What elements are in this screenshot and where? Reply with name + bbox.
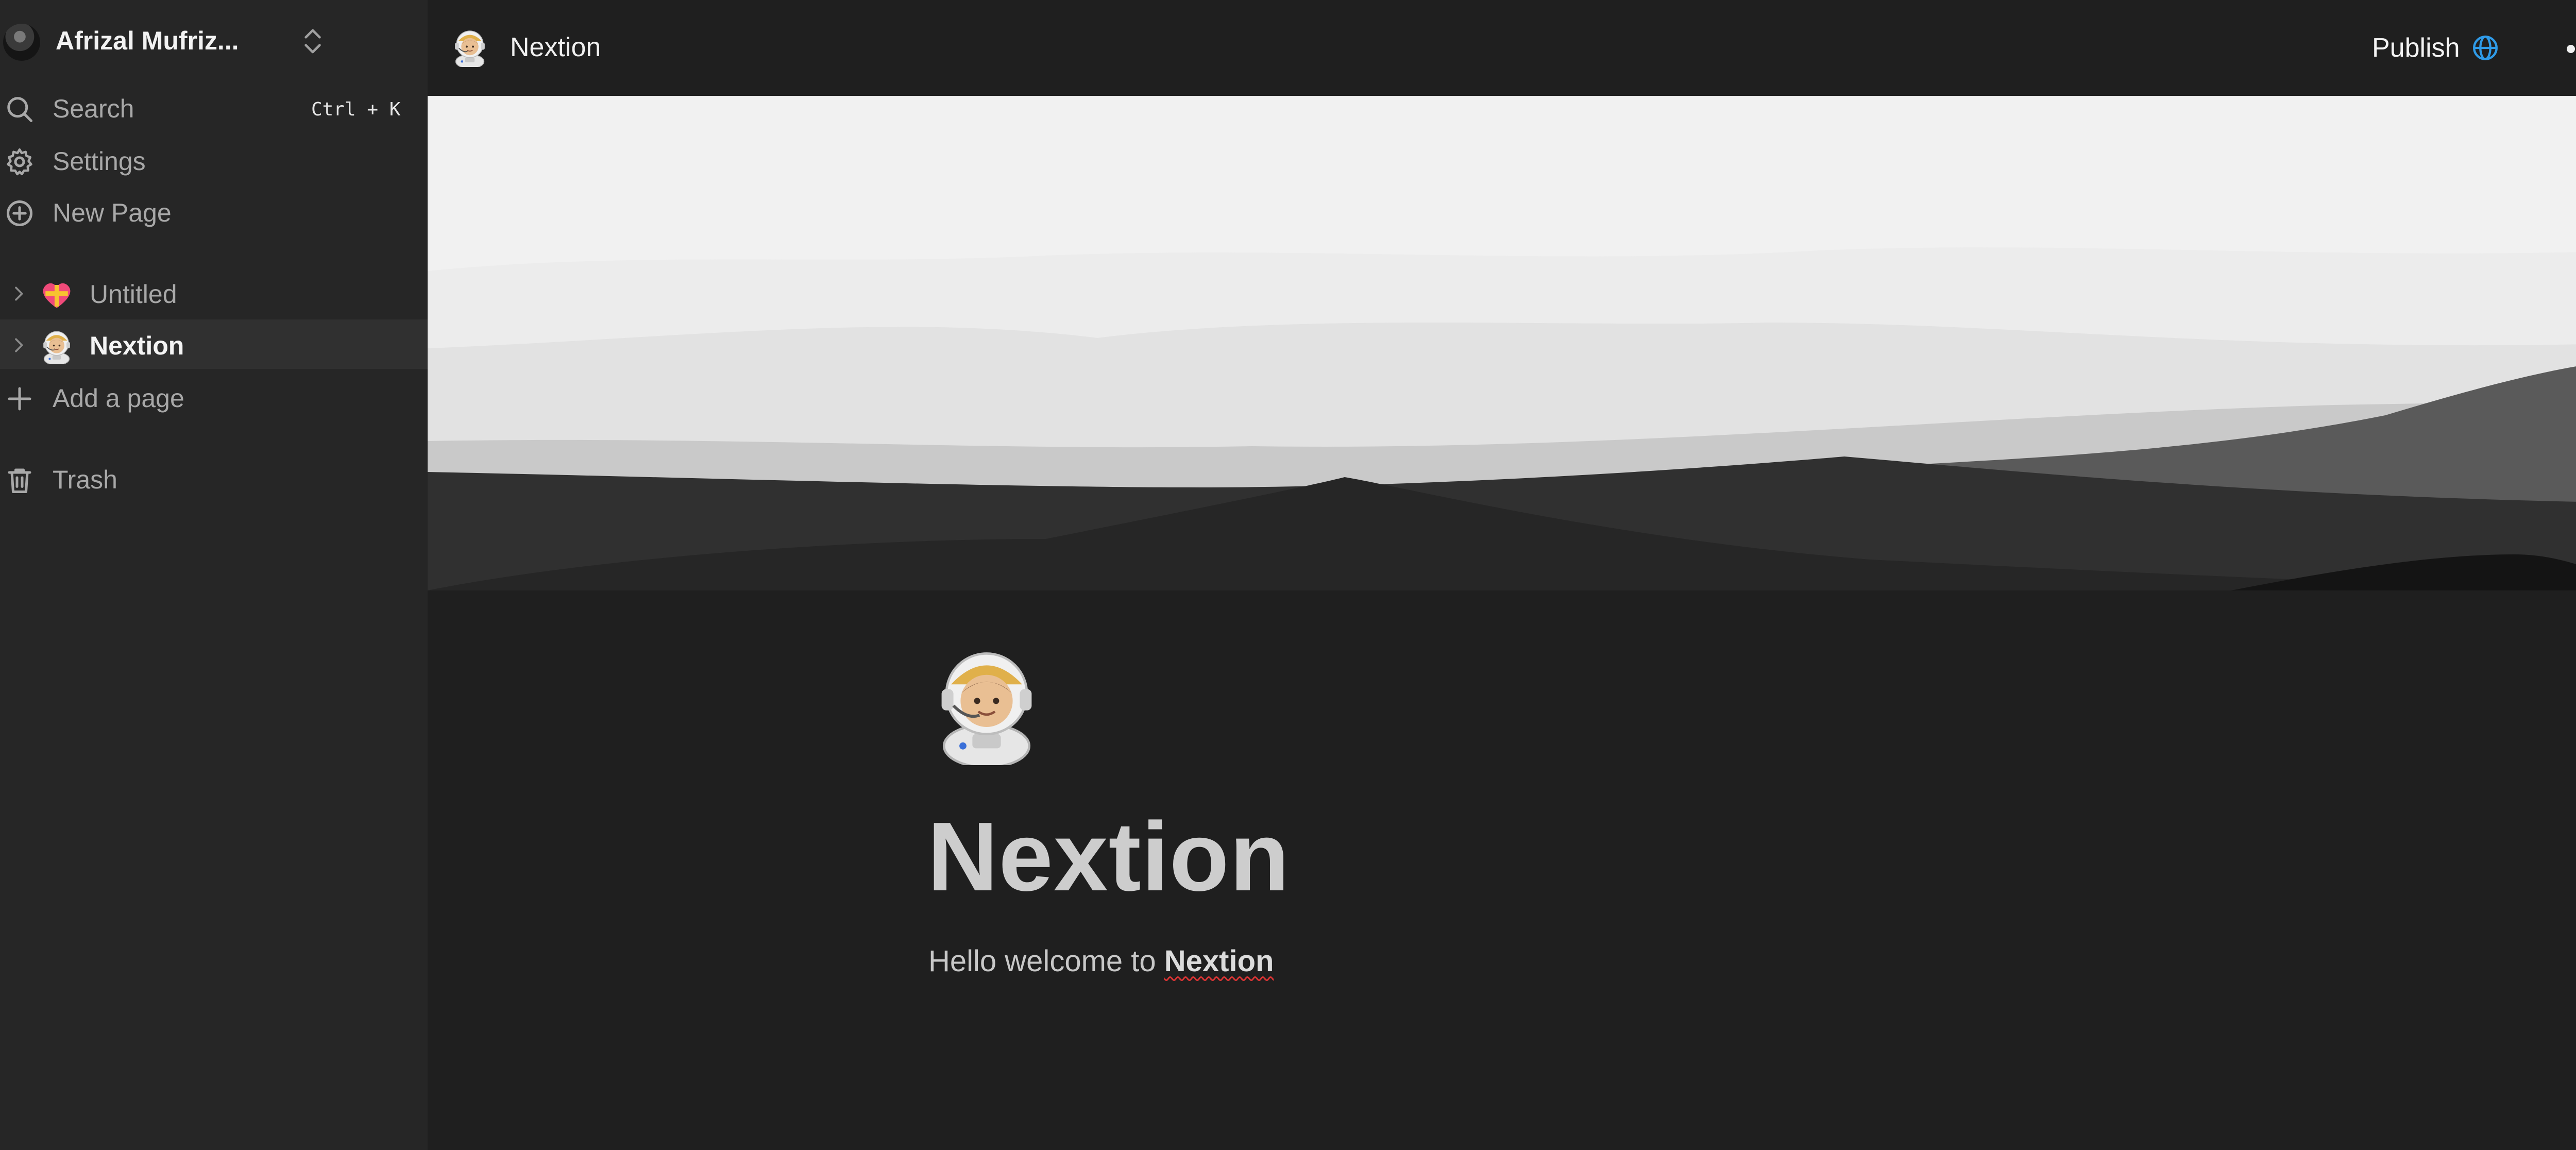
page-icon[interactable]: [927, 641, 1046, 765]
sidebar-page-nextion[interactable]: Nextion: [0, 319, 428, 369]
workspace-name: Afrizal Mufriz...: [56, 26, 239, 55]
chevron-up-down-icon[interactable]: [301, 26, 325, 57]
globe-icon: [2472, 36, 2498, 60]
sidebar-item-add-page[interactable]: Add a page: [0, 372, 428, 421]
heart-emoji-icon: [39, 277, 74, 312]
plus-circle-icon: [7, 200, 32, 226]
avatar: [3, 24, 40, 61]
sidebar-item-trash[interactable]: Trash: [0, 453, 428, 503]
sidebar: Afrizal Mufriz... Search Ctrl + K Settin…: [0, 0, 428, 1150]
publish-button[interactable]: Publish: [2372, 30, 2500, 66]
gear-icon: [7, 148, 32, 176]
cover-image[interactable]: [428, 96, 2576, 601]
paragraph-text: Hello welcome to: [928, 944, 1164, 978]
publish-label: Publish: [2372, 33, 2460, 63]
keyboard-shortcut: Ctrl + K: [311, 99, 401, 120]
sidebar-item-settings[interactable]: Settings: [0, 135, 428, 184]
paragraph-block[interactable]: Hello welcome to Nextion: [928, 944, 1274, 978]
sidebar-item-label: Trash: [53, 465, 117, 494]
chevron-right-icon[interactable]: [9, 335, 28, 356]
trash-icon: [8, 468, 31, 493]
sidebar-item-label: Search: [53, 94, 134, 123]
sidebar-item-label: New Page: [53, 198, 172, 227]
sidebar-page-label: Nextion: [90, 331, 184, 360]
paragraph-bold-text: Nextion: [1164, 944, 1274, 978]
top-bar: Nextion Publish: [428, 0, 2576, 96]
sidebar-item-new-page[interactable]: New Page: [0, 187, 428, 236]
sidebar-page-label: Untitled: [90, 280, 177, 309]
astronaut-emoji-icon: [450, 28, 489, 67]
sidebar-page-untitled[interactable]: Untitled: [0, 268, 428, 317]
sidebar-item-label: Settings: [53, 147, 146, 176]
more-horizontal-icon[interactable]: [2565, 36, 2576, 62]
search-icon: [7, 97, 32, 122]
sidebar-item-label: Add a page: [53, 384, 184, 413]
plus-icon: [8, 387, 31, 411]
workspace-switcher[interactable]: Afrizal Mufriz...: [0, 14, 428, 66]
page-title[interactable]: Nextion: [927, 808, 1290, 906]
chevron-right-icon[interactable]: [9, 283, 28, 304]
astronaut-emoji-icon: [39, 329, 74, 364]
breadcrumb[interactable]: Nextion: [510, 32, 601, 63]
sidebar-item-search[interactable]: Search Ctrl + K: [0, 82, 428, 132]
app-window: Afrizal Mufriz... Search Ctrl + K Settin…: [0, 0, 2576, 1150]
